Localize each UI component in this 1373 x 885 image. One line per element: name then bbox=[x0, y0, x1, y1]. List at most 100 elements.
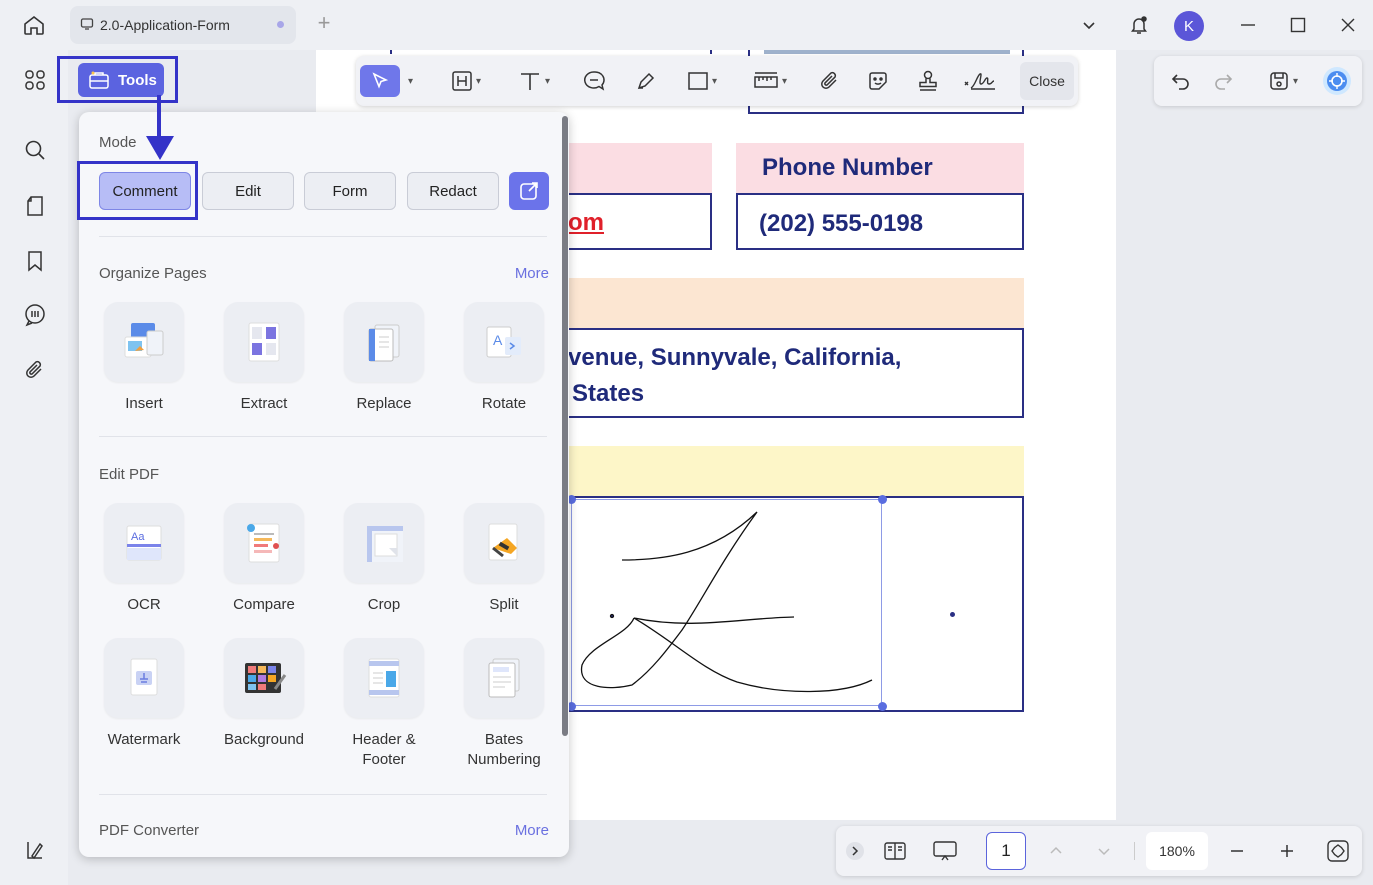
sticker-tool-button[interactable] bbox=[862, 65, 894, 97]
resize-handle[interactable] bbox=[878, 702, 887, 711]
bottom-bar: 1 180% bbox=[836, 826, 1362, 876]
signature-icon bbox=[964, 73, 995, 90]
email-value[interactable]: om bbox=[568, 209, 604, 237]
organize-more-link[interactable]: More bbox=[515, 265, 549, 282]
close-window-button[interactable] bbox=[1333, 10, 1363, 40]
select-tool-dropdown[interactable]: ▾ bbox=[402, 65, 416, 97]
fit-screen-icon bbox=[1327, 840, 1349, 862]
note-tool-button[interactable] bbox=[578, 65, 610, 97]
undo-button[interactable] bbox=[1166, 65, 1196, 97]
tool-crop[interactable]: Crop bbox=[334, 503, 434, 615]
measure-tool-button[interactable]: ▾ bbox=[744, 65, 796, 97]
tabs-dropdown-button[interactable] bbox=[1074, 10, 1104, 40]
resize-handle[interactable] bbox=[878, 495, 887, 504]
page-number-input[interactable]: 1 bbox=[986, 832, 1026, 870]
redo-icon bbox=[1215, 74, 1233, 90]
save-button[interactable]: ▾ bbox=[1260, 65, 1306, 97]
maximize-button[interactable] bbox=[1283, 10, 1313, 40]
left-rail bbox=[0, 50, 68, 885]
email-field[interactable]: om bbox=[566, 193, 712, 250]
document-tab[interactable]: 2.0-Application-Form bbox=[70, 6, 296, 44]
expand-bar-button[interactable] bbox=[844, 835, 866, 867]
page-layout-button[interactable] bbox=[880, 835, 910, 867]
signature-ink bbox=[580, 511, 873, 693]
mode-form-button[interactable]: Form bbox=[304, 172, 396, 210]
close-icon bbox=[1341, 18, 1355, 32]
unsaved-dot bbox=[277, 21, 284, 28]
notifications-button[interactable] bbox=[1124, 10, 1154, 40]
ai-sidebar-button[interactable] bbox=[18, 833, 52, 867]
avatar[interactable]: K bbox=[1174, 11, 1204, 41]
ruler-icon bbox=[754, 72, 778, 88]
minimize-button[interactable] bbox=[1233, 10, 1263, 40]
bookmarks-button[interactable] bbox=[18, 244, 52, 278]
tool-header-footer[interactable]: Header & Footer bbox=[334, 638, 434, 770]
tool-ocr[interactable]: Aa OCR bbox=[94, 503, 194, 615]
redo-button[interactable] bbox=[1208, 65, 1238, 97]
highlight-tool-button[interactable]: ▾ bbox=[444, 65, 488, 97]
divider bbox=[99, 436, 547, 437]
new-tab-button[interactable]: + bbox=[312, 12, 336, 36]
tool-rotate[interactable]: A Rotate bbox=[454, 302, 554, 414]
ai-assistant-button[interactable] bbox=[1320, 65, 1354, 97]
shape-tool-button[interactable]: ▾ bbox=[678, 65, 726, 97]
signature-tool-button[interactable] bbox=[960, 65, 1000, 97]
tool-split[interactable]: Split bbox=[454, 503, 554, 615]
header-footer-label: Header & Footer bbox=[352, 731, 416, 768]
converter-more-link[interactable]: More bbox=[515, 822, 549, 839]
close-toolbar-button[interactable]: Close bbox=[1020, 62, 1074, 100]
attachments-button[interactable] bbox=[18, 353, 52, 387]
previous-page-button[interactable] bbox=[1046, 835, 1066, 867]
highlight-icon bbox=[452, 71, 472, 91]
top-border-fragment bbox=[390, 50, 392, 54]
compare-label: Compare bbox=[233, 596, 295, 613]
search-button[interactable] bbox=[18, 133, 52, 167]
tool-extract[interactable]: Extract bbox=[214, 302, 314, 414]
signature-selection[interactable] bbox=[567, 495, 887, 711]
mode-edit-button[interactable]: Edit bbox=[202, 172, 294, 210]
phone-field[interactable]: (202) 555-0198 bbox=[736, 193, 1024, 250]
select-tool-button[interactable] bbox=[360, 65, 400, 97]
pages-button[interactable] bbox=[18, 189, 52, 223]
maximize-icon bbox=[1290, 17, 1306, 33]
external-link-icon bbox=[520, 182, 538, 200]
separator bbox=[1134, 842, 1135, 860]
save-icon bbox=[1270, 72, 1288, 90]
ai-assistant-icon bbox=[1323, 67, 1351, 95]
open-external-button[interactable] bbox=[509, 172, 549, 210]
sidebar-toggle-icon bbox=[27, 842, 43, 860]
attach-tool-button[interactable] bbox=[814, 65, 846, 97]
text-tool-button[interactable]: ▾ bbox=[510, 65, 558, 97]
home-button[interactable] bbox=[14, 8, 54, 42]
address-field[interactable]: venue, Sunnyvale, California, States bbox=[566, 328, 1024, 418]
converter-section-title: PDF Converter bbox=[99, 822, 200, 839]
tool-watermark[interactable]: Watermark bbox=[94, 638, 194, 750]
pencil-tool-button[interactable] bbox=[630, 65, 662, 97]
thumbnails-button[interactable] bbox=[18, 63, 52, 97]
next-page-button[interactable] bbox=[1094, 835, 1114, 867]
annotation-toolbar: ▾ ▾ ▾ ▾ ▾ Close bbox=[356, 56, 1078, 106]
chevron-right-icon bbox=[846, 842, 864, 860]
stamp-tool-button[interactable] bbox=[912, 65, 944, 97]
tool-background[interactable]: Background bbox=[214, 638, 314, 750]
panel-scrollbar[interactable] bbox=[562, 116, 568, 736]
tool-replace[interactable]: Replace bbox=[334, 302, 434, 414]
zoom-in-button[interactable] bbox=[1276, 835, 1298, 867]
presentation-icon bbox=[933, 841, 957, 861]
tab-title: 2.0-Application-Form bbox=[100, 17, 230, 33]
zoom-out-button[interactable] bbox=[1226, 835, 1248, 867]
comments-button[interactable] bbox=[18, 298, 52, 332]
zoom-level[interactable]: 180% bbox=[1146, 832, 1208, 870]
tool-compare[interactable]: Compare bbox=[214, 503, 314, 615]
fit-page-button[interactable] bbox=[1324, 835, 1352, 867]
edit-pdf-section-title: Edit PDF bbox=[99, 466, 160, 483]
tool-insert[interactable]: Insert bbox=[94, 302, 194, 414]
split-icon bbox=[464, 503, 544, 583]
mode-redact-button[interactable]: Redact bbox=[407, 172, 499, 210]
cursor-icon bbox=[372, 72, 389, 89]
chevron-up-icon bbox=[1050, 846, 1062, 854]
crop-icon bbox=[344, 503, 424, 583]
presentation-button[interactable] bbox=[928, 835, 962, 867]
tool-bates-numbering[interactable]: Bates Numbering bbox=[454, 638, 554, 770]
extract-label: Extract bbox=[240, 395, 288, 412]
